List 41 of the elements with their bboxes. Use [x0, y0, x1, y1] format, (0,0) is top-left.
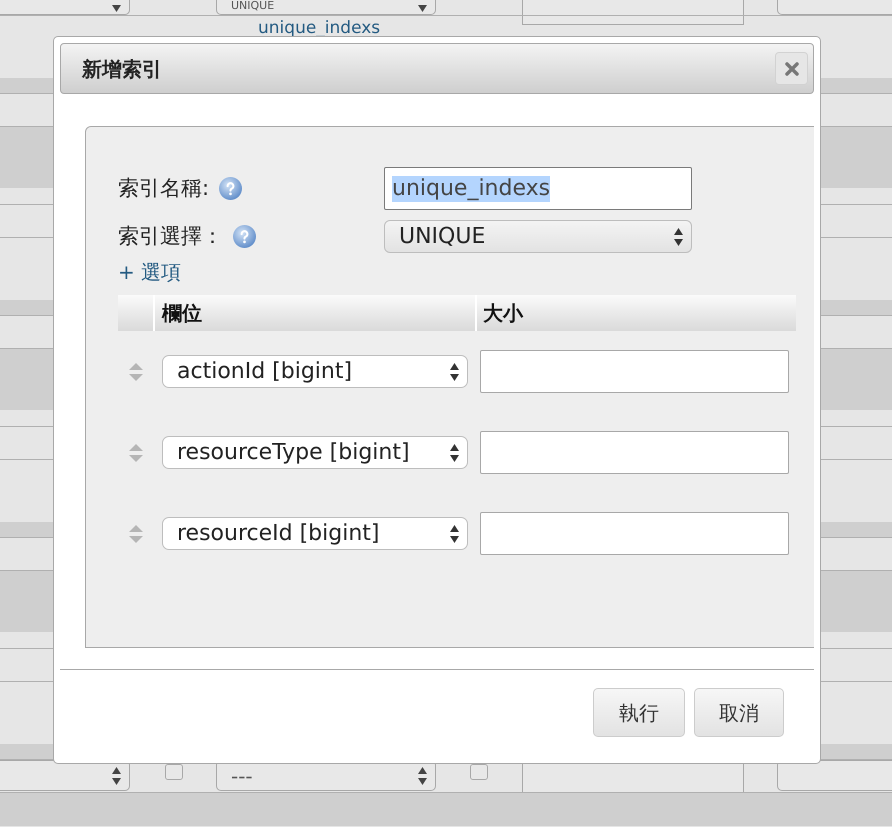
column-select[interactable]: actionId [bigint] [162, 355, 468, 388]
close-icon [784, 62, 798, 76]
add-option-link[interactable]: + 選項 [118, 260, 182, 284]
checkbox[interactable] [470, 764, 488, 780]
text-area[interactable] [522, 0, 744, 25]
up-down-caret-icon [450, 444, 459, 462]
up-down-caret-icon [112, 766, 121, 784]
help-icon[interactable] [233, 225, 256, 248]
up-down-arrows-icon[interactable] [128, 524, 144, 542]
field-label: 索引選擇： [118, 222, 223, 250]
column-header: 欄位 [162, 300, 202, 327]
up-down-caret-icon [418, 766, 427, 784]
column-select[interactable]: resourceType [bigint] [162, 436, 468, 469]
run-button[interactable]: 執行 [593, 688, 685, 737]
up-down-arrows-icon[interactable] [128, 444, 144, 462]
dialog-title: 新增索引 [82, 56, 162, 82]
index-link[interactable]: unique_indexs [258, 18, 380, 38]
cancel-button[interactable]: 取消 [694, 688, 784, 737]
select-field[interactable] [0, 0, 130, 15]
size-field[interactable] [480, 431, 789, 474]
column-header: 大小 [483, 300, 523, 327]
down-caret-icon [112, 5, 121, 12]
close-button[interactable] [775, 52, 808, 85]
input-field[interactable] [777, 760, 892, 791]
size-field[interactable] [480, 512, 789, 555]
field-label: 索引名稱: [118, 174, 210, 202]
select-field[interactable] [0, 760, 130, 791]
up-down-arrows-icon[interactable] [128, 362, 144, 380]
up-down-caret-icon [450, 524, 459, 542]
field-value: unique_indexs [392, 176, 550, 202]
up-down-caret-icon [674, 228, 683, 246]
select-field[interactable]: UNIQUE [384, 220, 692, 253]
checkbox[interactable] [165, 764, 183, 780]
size-field[interactable] [480, 350, 789, 393]
down-caret-icon [418, 5, 427, 12]
text-field[interactable]: unique_indexs [384, 167, 692, 210]
input-field[interactable] [777, 0, 892, 15]
up-down-caret-icon [450, 362, 459, 380]
column-select[interactable]: resourceId [bigint] [162, 517, 468, 550]
help-icon[interactable] [219, 177, 242, 200]
select-field[interactable]: UNIQUE [216, 0, 436, 15]
